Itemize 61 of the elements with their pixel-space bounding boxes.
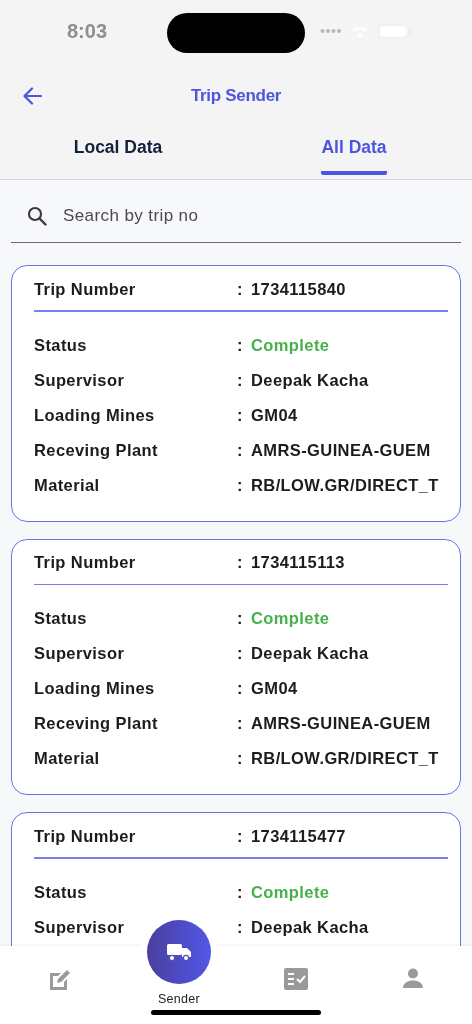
trip-card[interactable]: Trip Number : 1734115840 Status : Complete Supervisor : Deepak Kacha Loading Mines : GM04 Receving Plant : AMRS-GUINEA-GUEM Material : RB/LOW.GR/DIRECT_T (11, 265, 461, 522)
tab[interactable]: Local Data (73, 123, 163, 175)
truck-icon (166, 942, 192, 962)
field-value: GM04 (251, 405, 298, 425)
field-label: Receving Plant (34, 440, 158, 460)
colon-separator: : (237, 370, 243, 390)
trip-card[interactable]: Trip Number : 1734115477 Status : Complete Supervisor : Deepak Kacha (11, 812, 461, 946)
search-field[interactable]: Search by trip no (63, 206, 423, 226)
tab[interactable]: All Data (321, 123, 387, 175)
field-label: Status (34, 335, 87, 355)
status-value: Complete (251, 882, 330, 902)
colon-separator: : (237, 609, 243, 628)
status-value: Complete (251, 609, 330, 628)
field-value: Deepak Kacha (251, 370, 369, 390)
colon-separator: : (237, 335, 243, 355)
field-value: GM04 (251, 679, 298, 698)
field-label: Loading Mines (34, 405, 155, 425)
field-label: Material (34, 475, 100, 495)
colon-separator: : (237, 882, 243, 902)
signal-icon (320, 28, 342, 34)
field-value: AMRS-GUINEA-GUEM (251, 714, 431, 733)
colon-separator: : (237, 475, 243, 495)
colon-separator: : (237, 644, 243, 663)
field-label: Trip Number (34, 553, 136, 572)
colon-separator: : (237, 679, 243, 698)
colon-separator: : (237, 440, 243, 460)
field-label: Material (34, 749, 100, 768)
field-label: Loading Mines (34, 679, 155, 698)
back-arrow-icon[interactable] (22, 87, 42, 105)
field-value: RB/LOW.GR/DIRECT_T (251, 475, 439, 495)
checklist-icon[interactable] (284, 968, 308, 990)
colon-separator: : (237, 279, 243, 299)
field-label: Receving Plant (34, 714, 158, 733)
status-value: Complete (251, 335, 330, 355)
colon-separator: : (237, 553, 243, 572)
field-label: Supervisor (34, 370, 125, 390)
field-value: RB/LOW.GR/DIRECT_T (251, 749, 439, 768)
colon-separator: : (237, 917, 243, 937)
field-label: Status (34, 609, 87, 628)
edit-icon[interactable] (48, 968, 72, 992)
field-value: Deepak Kacha (251, 917, 369, 937)
person-icon[interactable] (403, 968, 423, 988)
field-label: Trip Number (34, 826, 136, 846)
trip-number-value: 1734115477 (251, 826, 346, 846)
field-label: Supervisor (34, 644, 125, 663)
nav-label: Sender (157, 992, 201, 1006)
colon-separator: : (237, 714, 243, 733)
colon-separator: : (237, 405, 243, 425)
colon-separator: : (237, 749, 243, 768)
page-title: Trip Sender (190, 86, 282, 106)
field-label: Trip Number (34, 279, 136, 299)
field-label: Status (34, 882, 87, 902)
trip-number-value: 1734115840 (251, 279, 346, 299)
trip-card[interactable]: Trip Number : 1734115113 Status : Complete Supervisor : Deepak Kacha Loading Mines : GM04 Receving Plant : AMRS-GUINEA-GUEM Material : RB/LOW.GR/DIRECT_T (11, 538, 461, 795)
field-value: Deepak Kacha (251, 644, 369, 663)
search-icon (27, 206, 47, 226)
field-value: AMRS-GUINEA-GUEM (251, 440, 431, 460)
field-label: Supervisor (34, 917, 125, 937)
trip-number-value: 1734115113 (251, 553, 345, 572)
colon-separator: : (237, 826, 243, 846)
status-time: 8:03 (67, 19, 108, 43)
